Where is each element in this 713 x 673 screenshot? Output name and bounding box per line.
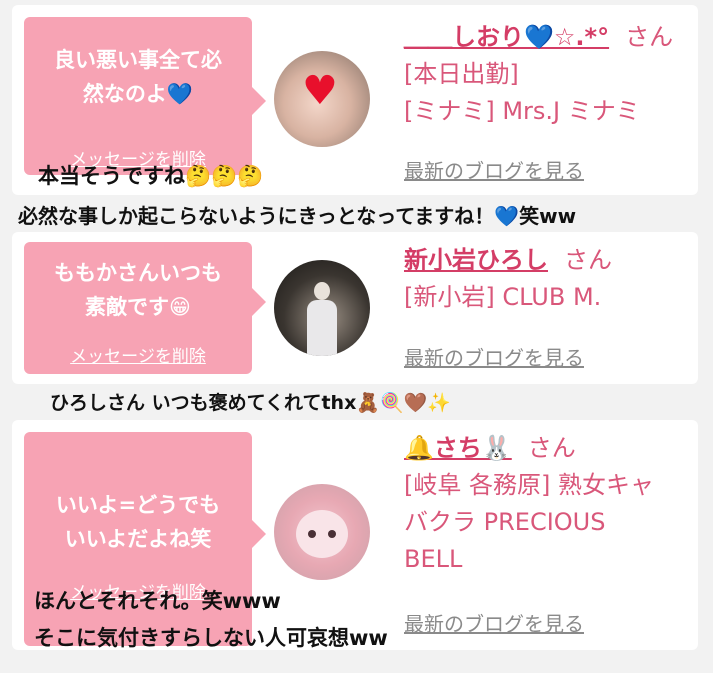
message-text-1: 良い悪い事全て必 然なのよ💙 [30,43,246,111]
heart-avatar-icon: ♥ [302,68,338,114]
message-text-3: いいよ=どうでも いいよだよね笑 [30,488,246,556]
honorific-3: さん [527,434,576,462]
message-line: いいよだよね笑 [64,527,212,551]
blog-link-2[interactable]: 最新のブログを見る [404,342,584,371]
profile-name-3[interactable]: 🔔さち🐰 [404,434,512,462]
caption-4: ほんとそれそれ。笑www [34,589,281,613]
profile-name-2[interactable]: 新小岩ひろし [404,246,548,274]
caption-2: 必然な事しか起こらないようにきっとなってますね！💙笑ww [18,204,577,228]
message-bubble-2: ももかさんいつも 素敵です😁 メッセージを削除 [24,242,266,374]
honorific-2: さん [564,246,612,274]
message-line: いいよ=どうでも [55,493,221,517]
caption-5: そこに気付きすらしない人可哀想ww [34,626,388,650]
person-avatar-icon [307,282,337,356]
message-line: ももかさんいつも [54,261,222,285]
cat-avatar-icon [296,510,348,558]
shop-name-3: [岐阜 各務原] 熟女キャ [404,471,654,499]
caption-3: ひろしさん いつも褒めてくれてthx🧸🍭🤎✨ [50,392,451,414]
message-card-3: いいよ=どうでも いいよだよね笑 メッセージを削除 🔔さち🐰 さん [岐阜 各務原… [12,420,698,650]
shop-name-3-line2: バクラ PRECIOUS [404,508,606,536]
message-card-2: ももかさんいつも 素敵です😁 メッセージを削除 新小岩ひろし さん [新小岩] C… [12,232,698,384]
message-line: 良い悪い事全て必 [54,48,222,72]
caption-1: 本当そうですね🤔🤔🤔 [38,164,264,188]
shop-name-3-line3: BELL [404,545,463,573]
delete-message-link-2[interactable]: メッセージを削除 [24,342,252,367]
message-text-2: ももかさんいつも 素敵です😁 [30,256,246,324]
message-line: 然なのよ💙 [82,82,194,106]
profile-name-1[interactable]: ＿＿しおり💙☆.*° [404,23,609,51]
message-line: 素敵です😁 [85,295,191,319]
shop-name-1: [ミナミ] Mrs.J ミナミ [404,97,640,125]
avatar-1[interactable]: ♥ [274,51,370,147]
blog-link-3[interactable]: 最新のブログを見る [404,608,584,637]
avatar-3[interactable] [274,484,370,580]
profile-info-2: 新小岩ひろし さん [新小岩] CLUB M. [404,242,689,316]
profile-info-1: ＿＿しおり💙☆.*° さん[本日出勤] [ミナミ] Mrs.J ミナミ [404,19,689,130]
message-bubble-1: 良い悪い事全て必 然なのよ💙 メッセージを削除 [24,17,266,175]
avatar-2[interactable] [274,260,370,356]
shop-name-2: [新小岩] CLUB M. [404,283,602,311]
blog-link-1[interactable]: 最新のブログを見る [404,155,584,184]
profile-info-3: 🔔さち🐰 さん [岐阜 各務原] 熟女キャ バクラ PRECIOUS BELL [404,430,689,578]
